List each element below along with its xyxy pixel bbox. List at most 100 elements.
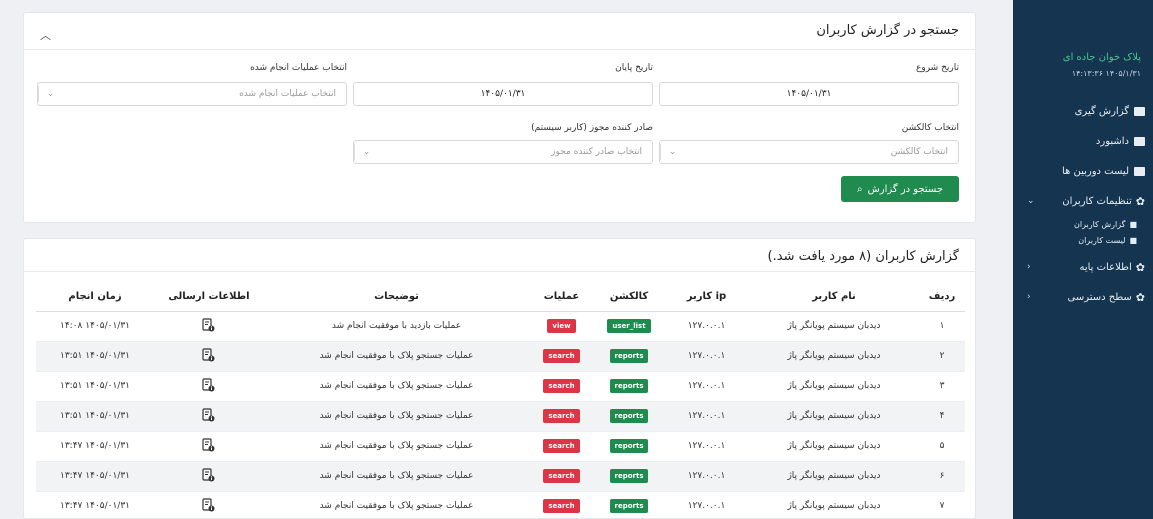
cell-description: عملیات جستجو پلاک با موفقیت انجام شد: [264, 341, 529, 372]
sidebar-item-label: داشبورد: [1095, 135, 1129, 147]
table-row: ۳ دیدبان سیستم پویانگر پاژ ۱۲۷.۰.۰.۱ report…: [36, 371, 965, 402]
file-info-icon[interactable]: [202, 437, 215, 451]
issuer-label: صادر کننده مجوز (کاربر سیستم): [531, 123, 653, 133]
start-date-label: تاریخ شروع: [916, 63, 959, 73]
cell-description: عملیات جستجو پلاک با موفقیت انجام شد: [264, 491, 529, 519]
col-header-time[interactable]: زمان انجام: [36, 283, 154, 312]
brand-name: پلاک خوان جاده ای: [1062, 52, 1141, 63]
chevron-up-icon[interactable]: ︿: [40, 27, 51, 43]
sidebar-item-label: اطلاعات پایه: [1079, 261, 1132, 273]
col-header-sent-data[interactable]: اطلاعات ارسالی: [154, 283, 264, 312]
end-date-input[interactable]: ۱۴۰۵/۰۱/۳۱: [353, 82, 653, 106]
search-icon: ⌕: [856, 183, 863, 195]
issuer-select[interactable]: انتخاب صادر کننده مجوز ⌄: [353, 140, 653, 164]
file-info-icon[interactable]: [202, 317, 215, 331]
cell-ip: ۱۲۷.۰.۰.۱: [664, 371, 749, 402]
sidebar-item-reports[interactable]: گزارش گیری: [1013, 96, 1153, 126]
report-table: ردیف نام کاربر ip کاربر کالکشن عملیات تو…: [36, 283, 965, 519]
search-panel-title: جستجو در گزارش کاربران: [816, 23, 959, 38]
list-icon: ■: [1129, 235, 1137, 245]
cell-action: search: [529, 431, 594, 462]
chevron-down-icon: ⌄: [660, 144, 684, 160]
cell-sent-data: [154, 431, 264, 462]
cell-ip: ۱۲۷.۰.۰.۱: [664, 401, 749, 432]
folder-icon: [1134, 166, 1145, 176]
cell-time: ۱۴۰۵/۰۱/۳۱ ۱۳:۵۱: [36, 371, 154, 402]
collection-badge: reports: [609, 409, 649, 423]
action-badge: view: [547, 319, 576, 333]
sidebar-subitem-user-list[interactable]: ■ لیست کاربران: [1013, 232, 1153, 248]
cell-sent-data: [154, 341, 264, 372]
report-panel: گزارش کاربران (۸ مورد یافت شد.) ردیف نام…: [23, 238, 976, 519]
cell-user: دیدبان سیستم پویانگر پاژ: [749, 401, 919, 432]
sidebar: پلاک خوان جاده ای ۱۴۰۵/۱/۳۱ ۱۴:۱۳:۳۶ گزا…: [1013, 0, 1153, 519]
cell-description: عملیات بازدید با موفقیت انجام شد: [264, 311, 529, 342]
sidebar-item-user-settings[interactable]: ✿ تنظیمات کاربران ⌄: [1013, 186, 1153, 216]
cell-sent-data: [154, 311, 264, 342]
cell-time: ۱۴۰۵/۰۱/۳۱ ۱۴:۰۸: [36, 311, 154, 342]
sidebar-subitem-label: لیست کاربران: [1078, 235, 1126, 245]
end-date-label: تاریخ پایان: [615, 63, 653, 73]
sidebar-item-label: لیست دوربین ها: [1061, 165, 1129, 177]
action-badge: search: [543, 499, 580, 513]
cell-time: ۱۴۰۵/۰۱/۳۱ ۱۳:۵۱: [36, 341, 154, 372]
chevron-left-icon: ‹: [1027, 262, 1031, 272]
sidebar-item-cameras[interactable]: لیست دوربین ها: [1013, 156, 1153, 186]
chevron-left-icon: ‹: [1027, 292, 1031, 302]
cell-description: عملیات جستجو پلاک با موفقیت انجام شد: [264, 461, 529, 492]
col-header-user[interactable]: نام کاربر: [749, 283, 919, 312]
collection-label: انتخاب کالکشن: [901, 123, 959, 133]
cell-row-number: ۴: [919, 401, 965, 432]
collection-badge: reports: [609, 499, 649, 513]
table-row: ۵ دیدبان سیستم پویانگر پاژ ۱۲۷.۰.۰.۱ report…: [36, 431, 965, 462]
operations-select[interactable]: انتخاب عملیات انجام شده ⌄: [37, 82, 347, 106]
cell-action: search: [529, 401, 594, 432]
collection-badge: reports: [609, 469, 649, 483]
list-icon: ■: [1129, 219, 1137, 229]
sidebar-item-label: سطح دسترسی: [1067, 291, 1132, 303]
sidebar-subitem-user-report[interactable]: ■ گزارش کاربران: [1013, 216, 1153, 232]
cell-action: search: [529, 461, 594, 492]
collection-select[interactable]: انتخاب کالکشن ⌄: [659, 140, 959, 164]
file-info-icon[interactable]: [202, 377, 215, 391]
gear-icon: ✿: [1135, 194, 1145, 208]
start-date-input[interactable]: ۱۴۰۵/۰۱/۳۱: [659, 82, 959, 106]
cell-row-number: ۱: [919, 311, 965, 342]
file-info-icon[interactable]: [202, 497, 215, 511]
cell-time: ۱۴۰۵/۰۱/۳۱ ۱۳:۴۷: [36, 431, 154, 462]
cell-collection: user_list: [594, 311, 664, 342]
col-header-collection[interactable]: کالکشن: [594, 283, 664, 312]
search-panel: جستجو در گزارش کاربران ︿ تاریخ شروع تاری…: [23, 12, 976, 223]
collection-badge: user_list: [607, 319, 651, 333]
col-header-description[interactable]: توضیحات: [264, 283, 529, 312]
cell-collection: reports: [594, 371, 664, 402]
table-row: ۶ دیدبان سیستم پویانگر پاژ ۱۲۷.۰.۰.۱ report…: [36, 461, 965, 492]
col-header-action[interactable]: عملیات: [529, 283, 594, 312]
collection-badge: reports: [609, 439, 649, 453]
cell-sent-data: [154, 461, 264, 492]
cell-ip: ۱۲۷.۰.۰.۱: [664, 311, 749, 342]
operations-label: انتخاب عملیات انجام شده: [250, 63, 347, 73]
sidebar-item-label: تنظیمات کاربران: [1062, 195, 1132, 207]
collection-placeholder: انتخاب کالکشن: [890, 147, 948, 157]
search-report-button[interactable]: جستجو در گزارش ⌕: [841, 176, 959, 202]
sidebar-item-access-level[interactable]: ✿ سطح دسترسی ‹: [1013, 282, 1153, 312]
sidebar-item-base-info[interactable]: ✿ اطلاعات پایه ‹: [1013, 252, 1153, 282]
cell-user: دیدبان سیستم پویانگر پاژ: [749, 431, 919, 462]
col-header-row[interactable]: ردیف: [919, 283, 965, 312]
folder-icon: [1134, 136, 1145, 146]
cell-user: دیدبان سیستم پویانگر پاژ: [749, 371, 919, 402]
table-row: ۲ دیدبان سیستم پویانگر پاژ ۱۲۷.۰.۰.۱ report…: [36, 341, 965, 372]
cell-row-number: ۲: [919, 341, 965, 372]
cell-row-number: ۳: [919, 371, 965, 402]
end-date-value: ۱۴۰۵/۰۱/۳۱: [480, 89, 526, 99]
table-row: ۷ دیدبان سیستم پویانگر پاژ ۱۲۷.۰.۰.۱ report…: [36, 491, 965, 519]
sidebar-item-dashboard[interactable]: داشبورد: [1013, 126, 1153, 156]
cell-time: ۱۴۰۵/۰۱/۳۱ ۱۳:۴۷: [36, 491, 154, 519]
col-header-ip[interactable]: ip کاربر: [664, 283, 749, 312]
action-badge: search: [543, 349, 580, 363]
file-info-icon[interactable]: [202, 347, 215, 361]
file-info-icon[interactable]: [202, 467, 215, 481]
cell-user: دیدبان سیستم پویانگر پاژ: [749, 341, 919, 372]
file-info-icon[interactable]: [202, 407, 215, 421]
